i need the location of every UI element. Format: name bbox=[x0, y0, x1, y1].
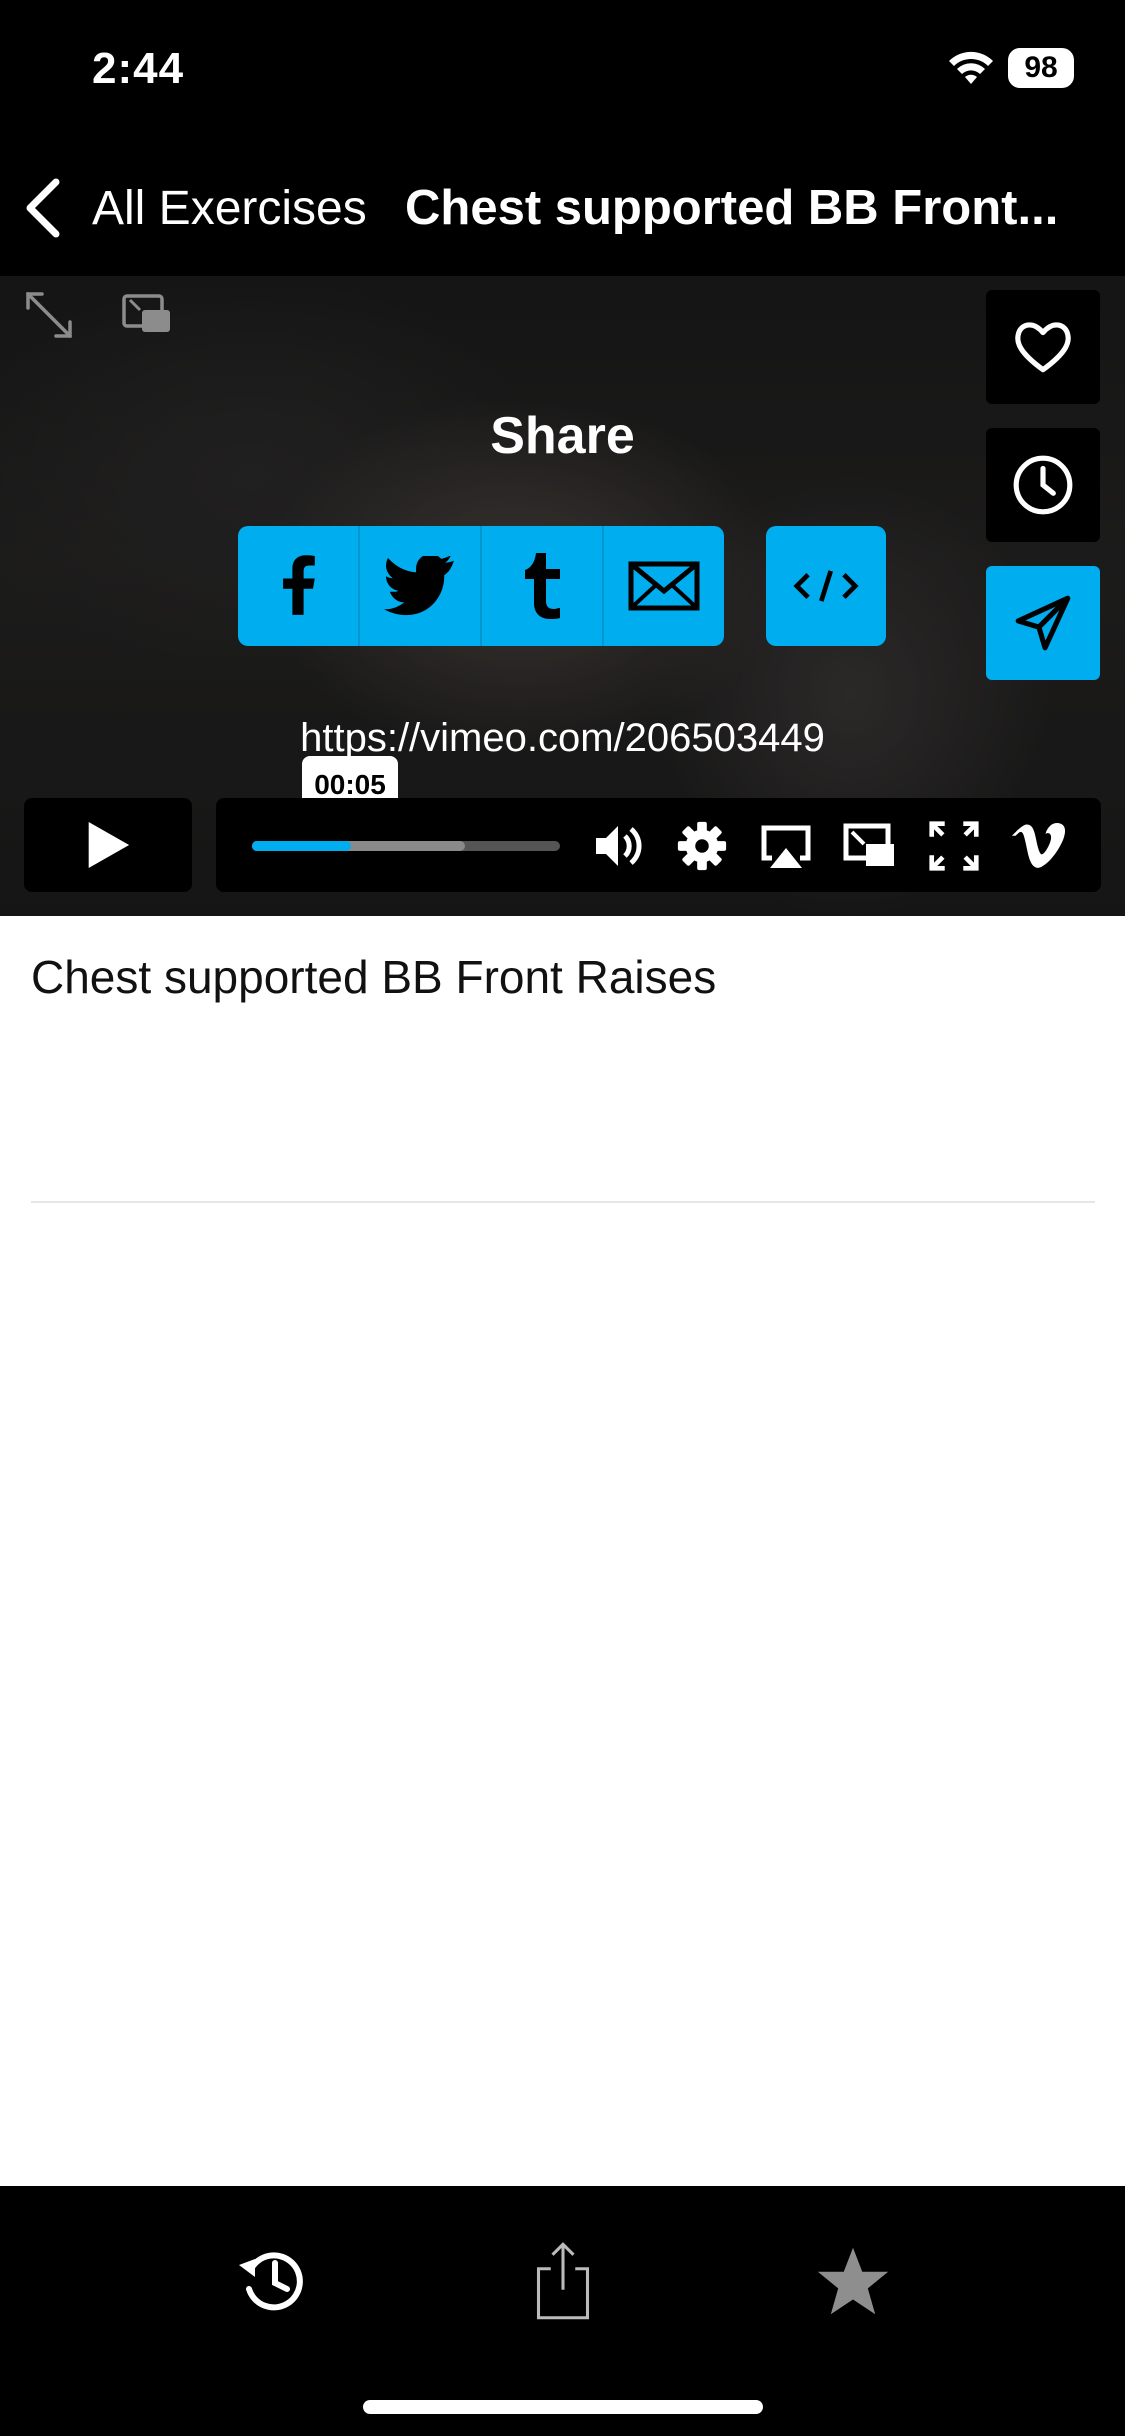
content-area: Chest supported BB Front Raises bbox=[0, 916, 1125, 2186]
twitter-icon bbox=[384, 556, 454, 616]
page-title: Chest supported BB Front... bbox=[405, 181, 1059, 235]
home-indicator bbox=[363, 2400, 763, 2414]
share-twitter-button[interactable] bbox=[360, 526, 482, 646]
status-time: 2:44 bbox=[92, 44, 185, 93]
share-facebook-button[interactable] bbox=[238, 526, 360, 646]
progress-bar[interactable] bbox=[252, 841, 560, 851]
wifi-icon bbox=[949, 51, 993, 84]
share-button[interactable] bbox=[986, 566, 1100, 680]
history-icon bbox=[239, 2252, 303, 2311]
share-title: Share bbox=[490, 407, 635, 465]
send-icon bbox=[1015, 595, 1071, 651]
airplay-icon[interactable] bbox=[758, 818, 814, 874]
pip-corner-icon[interactable] bbox=[116, 284, 176, 344]
chevron-left-icon bbox=[26, 178, 60, 238]
bottom-toolbar bbox=[0, 2186, 1125, 2436]
navigation-bar: All Exercises Chest supported BB Front..… bbox=[0, 140, 1125, 276]
fullscreen-icon[interactable] bbox=[926, 818, 982, 874]
pip-icon[interactable] bbox=[842, 818, 898, 874]
progress-played bbox=[252, 841, 351, 851]
share-options bbox=[238, 526, 724, 646]
tumblr-icon bbox=[525, 553, 560, 619]
share-url[interactable]: https://vimeo.com/206503449 bbox=[0, 716, 1125, 761]
volume-icon[interactable] bbox=[590, 818, 646, 874]
play-icon bbox=[88, 822, 130, 868]
facebook-icon bbox=[283, 555, 315, 615]
expand-icon[interactable] bbox=[20, 286, 80, 346]
like-button[interactable] bbox=[986, 290, 1100, 404]
vimeo-logo-icon[interactable] bbox=[1010, 818, 1066, 874]
play-button[interactable] bbox=[24, 798, 192, 892]
back-label: All Exercises bbox=[92, 181, 367, 235]
email-icon bbox=[628, 561, 700, 611]
settings-icon[interactable] bbox=[674, 818, 730, 874]
exercise-name: Chest supported BB Front Raises bbox=[31, 951, 717, 1003]
embed-button[interactable] bbox=[766, 526, 886, 646]
history-button[interactable] bbox=[218, 2226, 328, 2336]
status-bar: 2:44 98 bbox=[0, 0, 1125, 140]
share-icon bbox=[536, 2242, 590, 2320]
share-tumblr-button[interactable] bbox=[482, 526, 604, 646]
back-button[interactable]: All Exercises bbox=[22, 168, 367, 248]
divider bbox=[31, 1201, 1095, 1203]
star-icon bbox=[817, 2247, 889, 2315]
video-player[interactable]: Share https://vimeo.com/206503449 00:05 bbox=[0, 276, 1125, 916]
favorite-button[interactable] bbox=[798, 2226, 908, 2336]
share-toolbar-button[interactable] bbox=[508, 2226, 618, 2336]
share-email-button[interactable] bbox=[604, 526, 724, 646]
control-bar bbox=[216, 798, 1101, 892]
heart-icon bbox=[1015, 322, 1071, 373]
code-icon bbox=[793, 570, 859, 602]
battery-indicator: 98 bbox=[1008, 48, 1074, 88]
